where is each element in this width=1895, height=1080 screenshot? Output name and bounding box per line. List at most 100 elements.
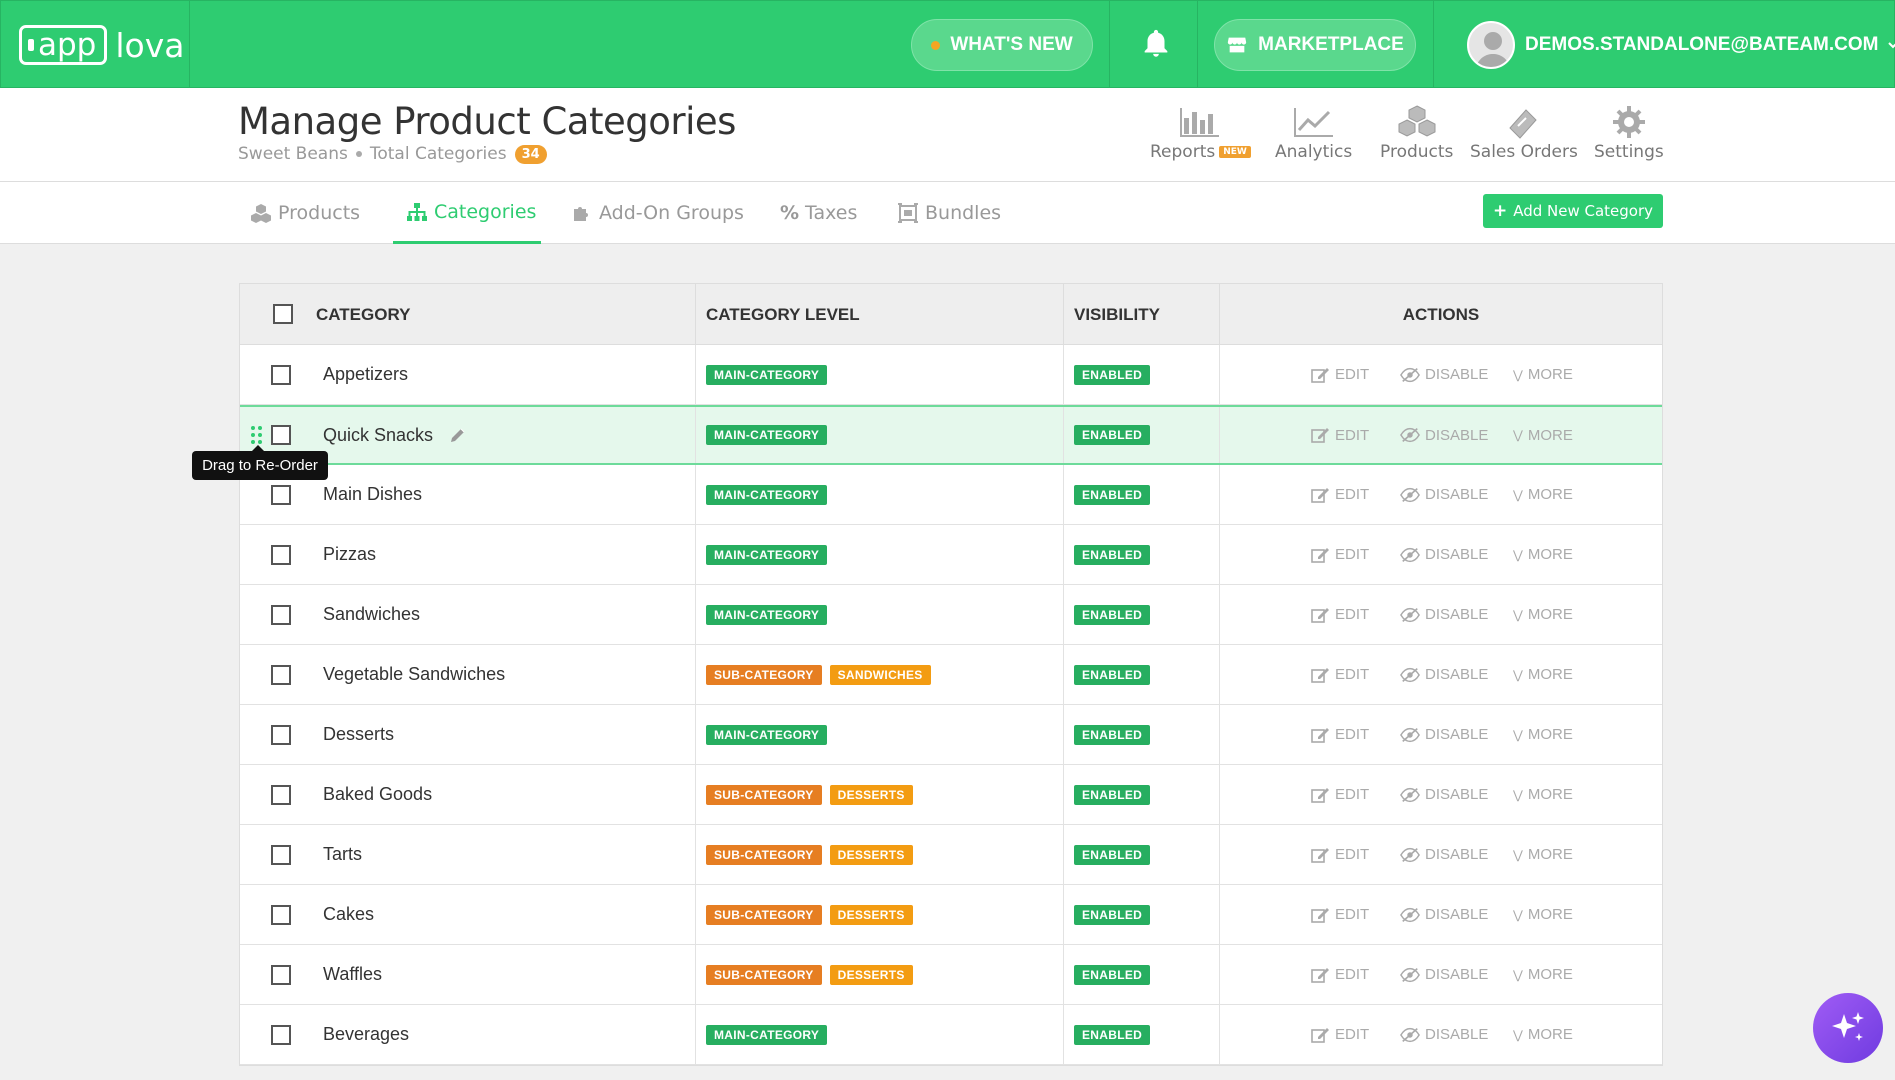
table-row[interactable]: Desserts MAIN-CATEGORY ENABLED EDIT DISA… — [240, 705, 1662, 765]
edit-action[interactable]: EDIT — [1310, 546, 1369, 564]
select-all-checkbox[interactable] — [273, 304, 293, 324]
row-checkbox[interactable] — [271, 664, 291, 685]
more-action[interactable]: ⋁ MORE — [1513, 427, 1573, 444]
row-checkbox[interactable] — [271, 364, 291, 385]
row-checkbox[interactable] — [271, 964, 291, 985]
disable-action[interactable]: DISABLE — [1400, 1026, 1488, 1044]
edit-action[interactable]: EDIT — [1310, 666, 1369, 684]
edit-action[interactable]: EDIT — [1310, 426, 1369, 444]
table-row[interactable]: Appetizers MAIN-CATEGORY ENABLED EDIT DI… — [240, 345, 1662, 405]
disable-action[interactable]: DISABLE — [1400, 606, 1488, 624]
edit-action[interactable]: EDIT — [1310, 486, 1369, 504]
marketplace-button[interactable]: MARKETPLACE — [1214, 19, 1416, 71]
quick-link-settings[interactable]: Settings — [1594, 104, 1664, 162]
category-level-badge: SUB-CATEGORY — [706, 664, 822, 685]
table-row[interactable]: Waffles SUB-CATEGORY DESSERTS ENABLED ED… — [240, 945, 1662, 1005]
disable-action[interactable]: DISABLE — [1400, 966, 1488, 984]
row-checkbox[interactable] — [271, 484, 291, 505]
edit-action[interactable]: EDIT — [1310, 1026, 1369, 1044]
tab-products[interactable]: Products — [250, 182, 360, 244]
drag-handle-icon[interactable] — [249, 425, 265, 445]
more-action[interactable]: ⋁ MORE — [1513, 846, 1573, 863]
row-checkbox[interactable] — [271, 604, 291, 625]
edit-action[interactable]: EDIT — [1310, 606, 1369, 624]
more-action[interactable]: ⋁ MORE — [1513, 966, 1573, 983]
bell-icon[interactable] — [1139, 27, 1173, 61]
category-level-cell: SUB-CATEGORY DESSERTS — [696, 825, 1064, 884]
category-cell: Pizzas — [240, 525, 696, 584]
edit-action[interactable]: EDIT — [1310, 966, 1369, 984]
more-action[interactable]: ⋁ MORE — [1513, 666, 1573, 683]
edit-action[interactable]: EDIT — [1310, 366, 1369, 384]
user-menu[interactable]: DEMOS.STANDALONE@BATEAM.COM — [1467, 21, 1895, 69]
visibility-cell: ENABLED — [1064, 945, 1220, 1004]
more-action[interactable]: ⋁ MORE — [1513, 786, 1573, 803]
marketplace-label: MARKETPLACE — [1258, 34, 1404, 55]
actions-cell: EDIT DISABLE ⋁ MORE — [1220, 825, 1662, 884]
disable-action[interactable]: DISABLE — [1400, 426, 1488, 444]
row-checkbox[interactable] — [271, 724, 291, 745]
quick-link-analytics[interactable]: Analytics — [1275, 104, 1352, 162]
quick-link-products[interactable]: Products — [1380, 104, 1453, 162]
row-checkbox[interactable] — [271, 1024, 291, 1045]
category-name: Appetizers — [323, 364, 409, 384]
row-checkbox[interactable] — [271, 904, 291, 925]
applova-logo[interactable]: app lova — [19, 23, 184, 67]
table-row[interactable]: Pizzas MAIN-CATEGORY ENABLED EDIT DISABL… — [240, 525, 1662, 585]
tab-add-on-groups[interactable]: Add-On Groups — [571, 182, 744, 244]
tab-bundles[interactable]: Bundles — [897, 182, 1001, 244]
whats-new-button[interactable]: WHAT'S NEW — [911, 19, 1093, 71]
more-action[interactable]: ⋁ MORE — [1513, 546, 1573, 563]
more-action[interactable]: ⋁ MORE — [1513, 726, 1573, 743]
edit-action[interactable]: EDIT — [1310, 786, 1369, 804]
disable-action[interactable]: DISABLE — [1400, 366, 1488, 384]
table-row[interactable]: Baked Goods SUB-CATEGORY DESSERTS ENABLE… — [240, 765, 1662, 825]
disable-label: DISABLE — [1425, 726, 1489, 743]
more-action[interactable]: ⋁ MORE — [1513, 486, 1573, 503]
more-action[interactable]: ⋁ MORE — [1513, 366, 1573, 383]
edit-action[interactable]: EDIT — [1310, 906, 1369, 924]
parent-category-badge: DESSERTS — [829, 844, 913, 865]
whats-new-label: WHAT'S NEW — [950, 34, 1073, 55]
tab-label: Bundles — [925, 202, 1002, 224]
row-checkbox[interactable] — [271, 784, 291, 805]
edit-action[interactable]: EDIT — [1310, 726, 1369, 744]
disable-action[interactable]: DISABLE — [1400, 486, 1488, 504]
more-action[interactable]: ⋁ MORE — [1513, 1026, 1573, 1043]
disable-action[interactable]: DISABLE — [1400, 546, 1488, 564]
quick-link-sales-orders[interactable]: Sales Orders — [1470, 104, 1578, 162]
tab-categories[interactable]: Categories — [393, 182, 541, 244]
disable-action[interactable]: DISABLE — [1400, 906, 1488, 924]
table-row[interactable]: Sandwiches MAIN-CATEGORY ENABLED EDIT DI… — [240, 585, 1662, 645]
edit-action[interactable]: EDIT — [1310, 846, 1369, 864]
more-action[interactable]: ⋁ MORE — [1513, 606, 1573, 623]
disable-label: DISABLE — [1425, 906, 1489, 923]
tab-label: Add-On Groups — [599, 202, 744, 224]
quick-link-reports[interactable]: Reports NEW — [1150, 104, 1251, 162]
disable-action[interactable]: DISABLE — [1400, 726, 1488, 744]
disable-action[interactable]: DISABLE — [1400, 666, 1488, 684]
table-row[interactable]: Vegetable Sandwiches SUB-CATEGORY SANDWI… — [240, 645, 1662, 705]
category-level-badge: SUB-CATEGORY — [706, 904, 822, 925]
disable-action[interactable]: DISABLE — [1400, 846, 1488, 864]
row-checkbox[interactable] — [271, 425, 291, 445]
more-action[interactable]: ⋁ MORE — [1513, 906, 1573, 923]
row-checkbox[interactable] — [271, 544, 291, 565]
pencil-icon[interactable] — [448, 425, 468, 445]
visibility-cell: ENABLED — [1064, 645, 1220, 704]
tab-taxes[interactable]: % Taxes — [780, 182, 857, 244]
table-row[interactable]: Main Dishes MAIN-CATEGORY ENABLED EDIT D… — [240, 465, 1662, 525]
table-row[interactable]: Quick Snacks MAIN-CATEGORY ENABLED EDIT … — [240, 405, 1662, 465]
table-row[interactable]: Beverages MAIN-CATEGORY ENABLED EDIT DIS… — [240, 1005, 1662, 1065]
double-chevron-down-icon: ⋁ — [1513, 787, 1523, 802]
table-row[interactable]: Cakes SUB-CATEGORY DESSERTS ENABLED EDIT… — [240, 885, 1662, 945]
table-row[interactable]: Tarts SUB-CATEGORY DESSERTS ENABLED EDIT… — [240, 825, 1662, 885]
ai-assistant-button[interactable] — [1813, 993, 1883, 1063]
row-checkbox[interactable] — [271, 844, 291, 865]
add-new-category-button[interactable]: + Add New Category — [1483, 194, 1663, 228]
column-header-category[interactable]: CATEGORY — [240, 284, 696, 345]
disable-action[interactable]: DISABLE — [1400, 786, 1488, 804]
edit-label: EDIT — [1335, 366, 1370, 383]
eye-slash-icon — [1400, 846, 1420, 864]
edit-label: EDIT — [1335, 726, 1370, 743]
